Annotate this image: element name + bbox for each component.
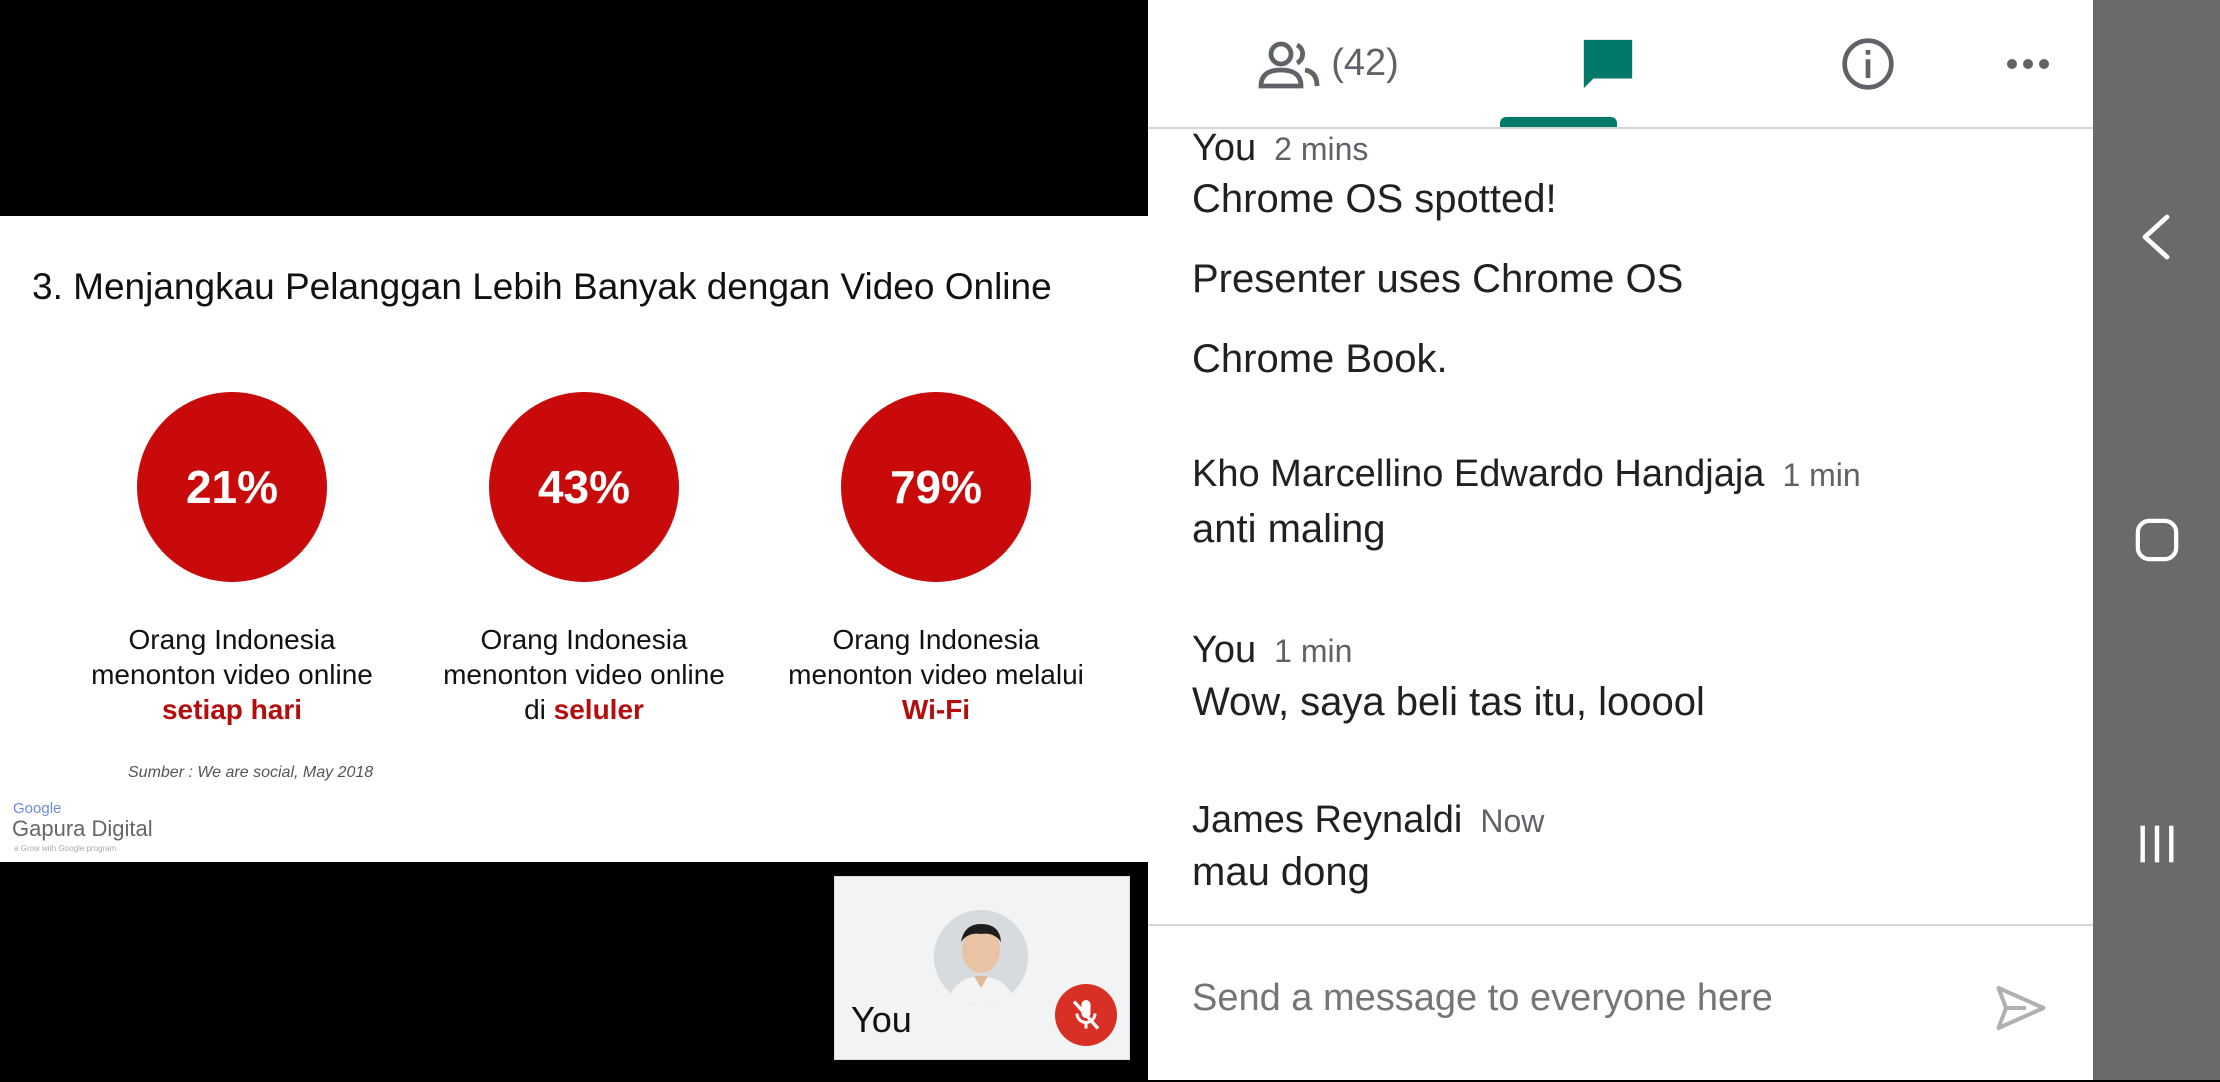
message-sender: Kho Marcellino Edwardo Handjaja [1192,453,1765,495]
send-icon [1996,986,2046,1030]
message-header: James Reynaldi Now [1192,799,1544,842]
more-horiz-icon [2007,58,2049,69]
panel-tabs: (42) [1148,0,2093,129]
stat-caption-line: Orang Indonesia [832,624,1040,655]
message-time: 2 mins [1274,131,1369,167]
self-avatar [934,910,1028,1004]
more-options-button[interactable] [1978,0,2078,127]
stat-caption-prefix: di [524,694,554,725]
google-logo: Google [13,800,62,817]
home-button[interactable] [2125,508,2189,572]
tab-chat[interactable] [1488,0,1728,127]
slide-title: 3. Menjangkau Pelanggan Lebih Banyak den… [32,266,1052,307]
stat-caption-line: Orang Indonesia [128,624,336,655]
message-time: 1 min [1782,457,1861,493]
stat-caption: Orang Indonesia menonton video melalui W… [766,622,1106,727]
message-sender: You [1192,629,1257,671]
stat-caption-highlight: setiap hari [161,694,303,725]
home-icon [2135,518,2179,562]
stat-caption: Orang Indonesia menonton video online di… [414,622,754,727]
logo-tagline: a Grow with Google program [14,844,117,853]
message-text: Chrome Book. [1192,337,1448,381]
presentation-stage: 3. Menjangkau Pelanggan Lebih Banyak den… [0,0,1148,1080]
people-count: (42) [1331,42,1399,84]
stat-caption: Orang Indonesia menonton video online se… [62,622,402,727]
stat-caption-line: setiap hari [62,692,402,727]
mic-off-icon [1072,1000,1100,1030]
stat-caption-line: Wi-Fi [766,692,1106,727]
stat-caption-line: Orang Indonesia [480,624,688,655]
message-time: Now [1480,803,1545,839]
back-icon [2142,214,2170,260]
stat-circle: 21% [137,392,327,582]
message-text: mau dong [1192,850,1370,894]
chat-message-list[interactable]: You 2 mins Chrome OS spotted! Presenter u… [1192,127,2072,927]
gapura-digital-logo: Gapura Digital [12,816,153,841]
message-header: You 2 mins [1192,127,1368,170]
stat-card: 43% Orang Indonesia menonton video onlin… [414,392,754,727]
slide-source-note: Sumber : We are social, May 2018 [128,764,374,781]
message-header: Kho Marcellino Edwardo Handjaja 1 min [1192,453,1861,496]
system-nav-bar [2093,0,2220,1080]
stat-circle: 43% [489,392,679,582]
recents-button[interactable] [2125,812,2189,876]
message-sender: James Reynaldi [1192,799,1463,841]
side-panel: (42) You 2 mins Chrome OS spotted! Prese… [1148,0,2093,1080]
self-view-label: You [851,999,912,1040]
tab-info[interactable] [1768,0,1968,127]
back-button[interactable] [2125,205,2189,269]
stat-circle: 79% [841,392,1031,582]
send-button[interactable] [1991,978,2051,1038]
people-icon [1258,41,1320,88]
stat-caption-line: menonton video online [91,659,373,690]
stat-caption-line: menonton video melalui [788,659,1084,690]
active-tab-indicator [1500,117,1617,127]
tab-people[interactable]: (42) [1208,0,1448,127]
message-input[interactable] [1190,976,1954,1021]
info-icon [1842,37,1894,90]
message-text: anti maling [1192,507,1386,551]
stat-caption-line: menonton video online [443,659,725,690]
stat-caption-line: di seluler [414,692,754,727]
message-composer [1148,924,2093,1082]
stat-caption-highlight: Wi-Fi [901,694,971,725]
message-text: Chrome OS spotted! [1192,177,1557,221]
stat-caption-highlight: seluler [553,694,644,725]
message-text: Wow, saya beli tas itu, looool [1192,680,1705,724]
message-time: 1 min [1274,633,1353,669]
message-sender: You [1192,127,1257,169]
stat-card: 21% Orang Indonesia menonton video onlin… [62,392,402,727]
presentation-slide: 3. Menjangkau Pelanggan Lebih Banyak den… [0,216,1148,862]
chat-icon [1583,39,1633,88]
mute-toggle-button[interactable] [1055,984,1117,1046]
stat-card: 79% Orang Indonesia menonton video melal… [766,392,1106,727]
message-text: Presenter uses Chrome OS [1192,257,1684,301]
recents-icon [2140,825,2174,863]
message-header: You 1 min [1192,629,1352,672]
self-view-tile[interactable]: You [834,876,1130,1060]
